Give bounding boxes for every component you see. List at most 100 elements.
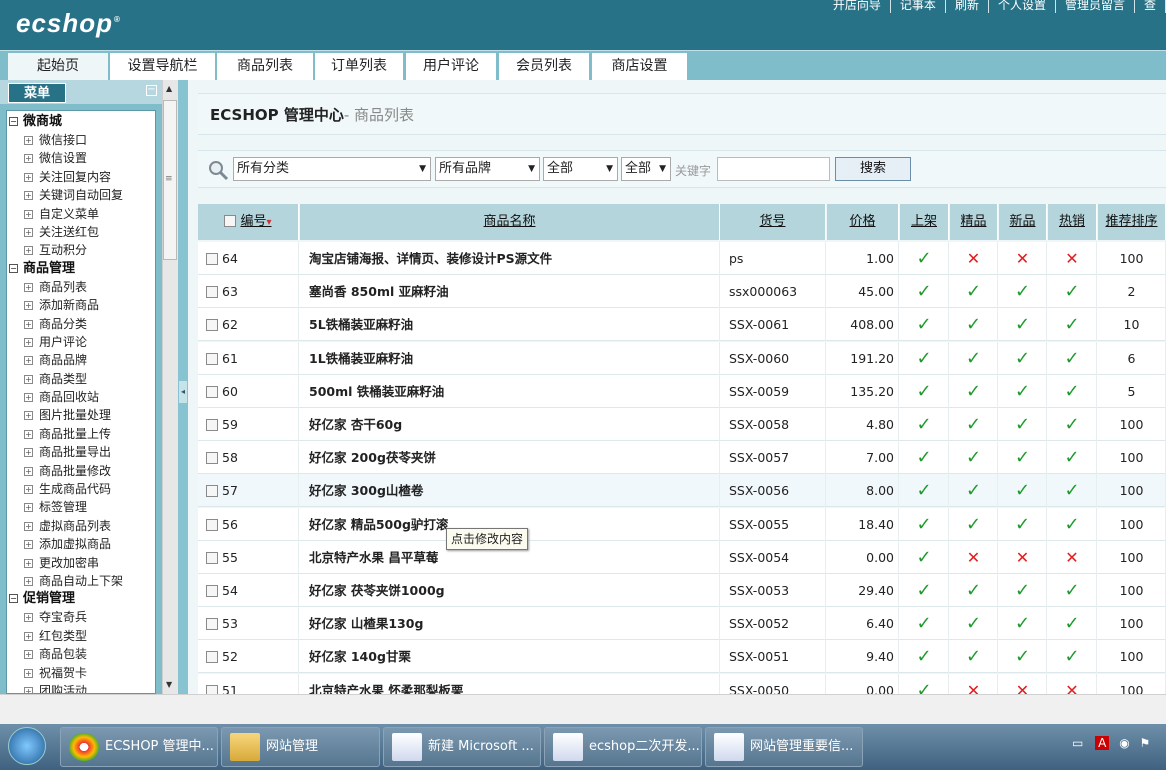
new-toggle[interactable]: ✓	[999, 275, 1047, 309]
menu-item[interactable]: + 商品回收站	[7, 388, 155, 406]
menu-group[interactable]: − 促销管理	[7, 590, 155, 608]
check-icon[interactable]: ✓	[916, 480, 931, 501]
collapse-sidebar-icon[interactable]: ◂	[179, 381, 187, 403]
check-icon[interactable]: ✓	[916, 281, 931, 302]
category-select[interactable]: 所有分类 ▼	[233, 157, 431, 181]
sn-cell[interactable]: SSX-0057	[720, 441, 826, 475]
check-icon[interactable]: ✓	[1015, 381, 1030, 402]
menu-item[interactable]: + 自定义菜单	[7, 205, 155, 223]
menu-group[interactable]: − 微商城	[7, 113, 155, 131]
collapse-box-icon[interactable]: −	[9, 117, 18, 126]
best-toggle[interactable]: ✓	[950, 574, 998, 607]
check-icon[interactable]: ✓	[1015, 613, 1030, 634]
check-icon[interactable]: ✓	[966, 514, 981, 535]
hot-toggle[interactable]: ✓	[1048, 607, 1097, 641]
price-cell[interactable]: 191.20	[827, 341, 899, 375]
check-icon[interactable]: ✓	[966, 447, 981, 468]
cross-icon[interactable]: ✕	[1016, 548, 1029, 567]
price-cell[interactable]: 4.80	[827, 408, 899, 441]
order-cell[interactable]: 100	[1098, 574, 1166, 607]
new-toggle[interactable]: ✓	[999, 441, 1047, 475]
name-cell[interactable]: 塞尚香 850ml 亚麻籽油	[300, 275, 720, 309]
new-toggle[interactable]: ✓	[999, 507, 1047, 541]
menu-item[interactable]: + 祝福贺卡	[7, 664, 155, 682]
check-icon[interactable]: ✓	[1064, 646, 1079, 667]
new-toggle[interactable]: ✓	[999, 607, 1047, 641]
check-icon[interactable]: ✓	[1064, 480, 1079, 501]
name-cell[interactable]: 5L铁桶装亚麻籽油	[300, 308, 720, 342]
menu-item[interactable]: + 团购活动	[7, 682, 155, 693]
price-cell[interactable]: 135.20	[827, 374, 899, 408]
top-link[interactable]: 开店向导	[824, 0, 891, 13]
name-cell[interactable]: 淘宝店铺海报、详情页、装修设计PS源文件	[300, 242, 720, 275]
price-cell[interactable]: 0.00	[827, 540, 899, 574]
sn-cell[interactable]: SSX-0060	[720, 341, 826, 375]
hot-toggle[interactable]: ✓	[1048, 341, 1097, 375]
tab-2[interactable]: 商品列表	[217, 53, 313, 81]
menu-item[interactable]: + 微信接口	[7, 131, 155, 149]
top-link[interactable]: 个人设置	[989, 0, 1056, 13]
on_sale-toggle[interactable]: ✓	[900, 275, 949, 309]
check-icon[interactable]: ✓	[1015, 281, 1030, 302]
taskbar-item[interactable]: 网站管理	[221, 727, 380, 767]
flag-icon[interactable]: ⚑	[1140, 736, 1151, 750]
top-link[interactable]: 查	[1135, 0, 1166, 13]
hot-toggle[interactable]: ✓	[1048, 308, 1097, 342]
check-icon[interactable]: ✓	[1064, 447, 1079, 468]
sn-cell[interactable]: SSX-0061	[720, 308, 826, 342]
name-cell[interactable]: 好亿家 山楂果130g	[300, 607, 720, 641]
hot-toggle[interactable]: ✓	[1048, 275, 1097, 309]
name-cell[interactable]: 好亿家 茯苓夹饼1000g	[300, 574, 720, 607]
check-icon[interactable]: ✓	[916, 646, 931, 667]
menu-item[interactable]: + 微信设置	[7, 149, 155, 167]
check-icon[interactable]: ✓	[916, 447, 931, 468]
on_sale-toggle[interactable]: ✓	[900, 640, 949, 674]
sn-cell[interactable]: SSX-0058	[720, 408, 826, 441]
new-toggle[interactable]: ✓	[999, 308, 1047, 342]
check-icon[interactable]: ✓	[966, 480, 981, 501]
order-cell[interactable]: 100	[1098, 640, 1166, 674]
best-toggle[interactable]: ✓	[950, 640, 998, 674]
menu-item[interactable]: + 商品分类	[7, 315, 155, 333]
check-icon[interactable]: ✓	[916, 414, 931, 435]
check-icon[interactable]: ✓	[1064, 314, 1079, 335]
check-icon[interactable]: ✓	[1064, 348, 1079, 369]
check-icon[interactable]: ✓	[966, 381, 981, 402]
row-checkbox[interactable]	[206, 253, 218, 265]
new-toggle[interactable]: ✓	[999, 374, 1047, 408]
order-cell[interactable]: 100	[1098, 607, 1166, 641]
menu-item[interactable]: + 商品品牌	[7, 351, 155, 369]
cross-icon[interactable]: ✕	[1065, 249, 1078, 268]
name-cell[interactable]: 500ml 铁桶装亚麻籽油	[300, 374, 720, 408]
best-toggle[interactable]: ✕	[950, 242, 998, 275]
row-checkbox[interactable]	[206, 419, 218, 431]
order-cell[interactable]: 100	[1098, 441, 1166, 475]
menu-item[interactable]: + 商品列表	[7, 278, 155, 296]
hot-toggle[interactable]: ✓	[1048, 640, 1097, 674]
menu-item[interactable]: + 关注回复内容	[7, 168, 155, 186]
check-icon[interactable]: ✓	[916, 314, 931, 335]
sn-cell[interactable]: SSX-0056	[720, 474, 826, 508]
best-toggle[interactable]: ✓	[950, 341, 998, 375]
on_sale-toggle[interactable]: ✓	[900, 308, 949, 342]
tray-app-icon[interactable]: ◉	[1119, 736, 1129, 750]
top-link[interactable]: 管理员留言	[1056, 0, 1135, 13]
menu-item[interactable]: + 虚拟商品列表	[7, 517, 155, 535]
cross-icon[interactable]: ✕	[967, 249, 980, 268]
check-icon[interactable]: ✓	[1064, 381, 1079, 402]
menu-item[interactable]: + 商品类型	[7, 370, 155, 388]
sn-cell[interactable]: ssx000063	[720, 275, 826, 309]
hot-toggle[interactable]: ✕	[1048, 540, 1097, 574]
taskbar-item[interactable]: 新建 Microsoft ...	[383, 727, 541, 767]
check-icon[interactable]: ✓	[1064, 414, 1079, 435]
on_sale-toggle[interactable]: ✓	[900, 408, 949, 441]
check-icon[interactable]: ✓	[916, 547, 931, 568]
tab-1[interactable]: 设置导航栏	[110, 53, 215, 81]
new-toggle[interactable]: ✕	[999, 540, 1047, 574]
brand-select[interactable]: 所有品牌 ▼	[435, 157, 540, 181]
menu-item[interactable]: + 关注送红包	[7, 223, 155, 241]
check-icon[interactable]: ✓	[1015, 447, 1030, 468]
on_sale-toggle[interactable]: ✓	[900, 341, 949, 375]
name-cell[interactable]: 好亿家 200g茯苓夹饼	[300, 441, 720, 475]
status-select[interactable]: 全部 ▼	[621, 157, 671, 181]
